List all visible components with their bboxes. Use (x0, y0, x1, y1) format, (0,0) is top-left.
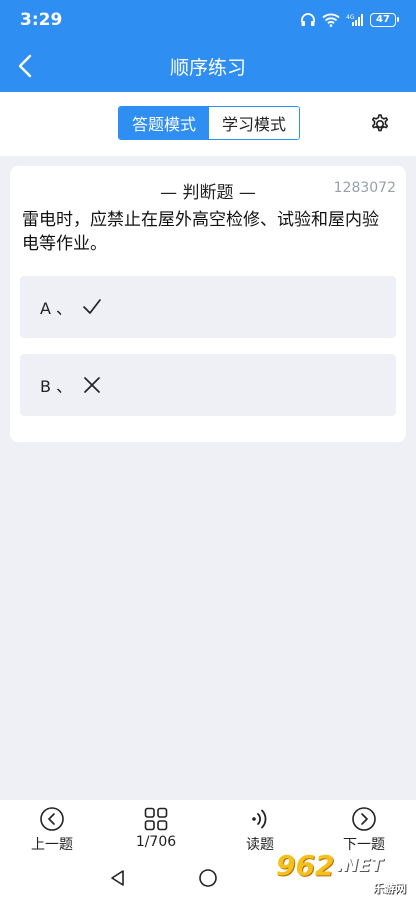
option-b[interactable]: B 、 (20, 354, 396, 416)
status-time: 3:29 (20, 10, 63, 30)
header: 顺序练习 (0, 40, 416, 92)
read-question-button[interactable]: 读题 (220, 806, 300, 854)
grid-icon (144, 807, 168, 831)
read-question-label: 读题 (246, 837, 274, 853)
system-back-icon[interactable] (108, 868, 128, 888)
question-card: — 判断题 — 1283072 雷电时，应禁止在屋外高空检修、试验和屋内验电等作… (10, 166, 406, 442)
gear-icon[interactable] (368, 112, 392, 136)
top-bar: 3:29 4G 47 顺序练习 (0, 0, 416, 92)
check-icon (83, 299, 101, 314)
question-id: 1283072 (333, 180, 396, 196)
chevron-left-circle-icon (40, 807, 64, 831)
svg-text:4G: 4G (346, 14, 355, 21)
watermark-number: 962 (276, 848, 335, 882)
watermark-net: .NET (336, 854, 383, 876)
speaker-wave-icon (252, 809, 267, 829)
study-mode-tab[interactable]: 学习模式 (209, 107, 299, 139)
cellular-signal-icon: 4G (346, 14, 363, 26)
question-text: 雷电时，应禁止在屋外高空检修、试验和屋内验电等作业。 (22, 210, 379, 254)
status-bar: 3:29 4G 47 (0, 0, 416, 40)
watermark-site-name: 乐游网 (373, 882, 406, 895)
answer-mode-tab[interactable]: 答题模式 (119, 107, 209, 139)
wifi-icon (322, 13, 340, 27)
headphones-icon (301, 13, 315, 26)
prev-question-button[interactable]: 上一题 (12, 806, 92, 854)
prev-question-label: 上一题 (31, 837, 73, 853)
mode-bar: 答题模式 学习模式 (0, 92, 416, 156)
option-letter: A 、 (40, 299, 73, 318)
progress-label: 1/706 (135, 834, 177, 850)
mode-toggle: 答题模式 学习模式 (118, 106, 300, 140)
option-a[interactable]: A 、 (20, 276, 396, 338)
watermark-962: 962 .NET (276, 848, 410, 882)
battery-level: 47 (376, 14, 390, 25)
battery-icon: 47 (370, 13, 399, 27)
system-home-icon[interactable] (198, 868, 218, 888)
chevron-right-circle-icon (352, 807, 376, 831)
next-question-button[interactable]: 下一题 (324, 806, 404, 854)
option-letter: B 、 (40, 377, 73, 396)
watermark-logo: 962 .NET 乐游网 (276, 848, 410, 896)
question-grid-button[interactable]: 1/706 (116, 806, 196, 850)
status-icons: 4G 47 (300, 10, 399, 30)
cross-icon (84, 377, 100, 393)
page-title: 顺序练习 (169, 57, 246, 79)
